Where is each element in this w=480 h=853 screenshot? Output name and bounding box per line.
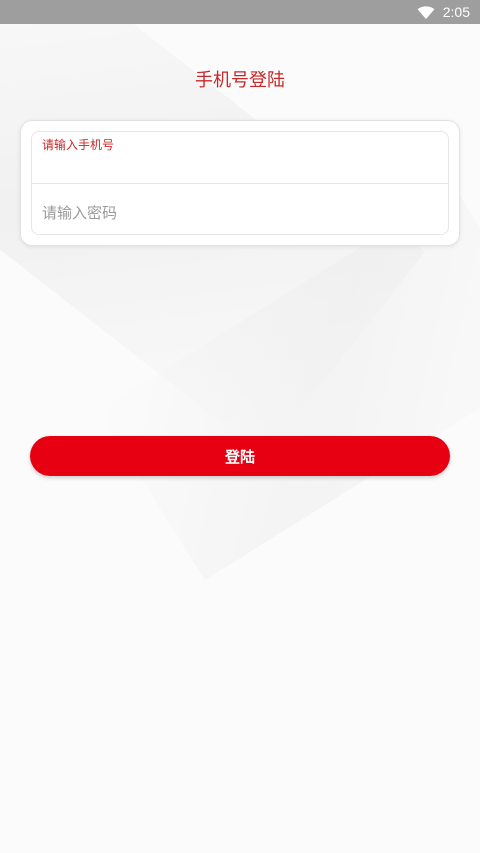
page-title: 手机号登陆 xyxy=(195,70,285,91)
login-form: 请输入手机号 xyxy=(31,131,449,235)
status-time: 2:05 xyxy=(442,4,470,20)
wifi-icon xyxy=(417,5,435,19)
password-field[interactable] xyxy=(32,184,448,234)
login-form-card: 请输入手机号 xyxy=(20,120,460,246)
background-band xyxy=(98,187,480,581)
status-bar: 2:05 xyxy=(0,0,480,24)
phone-field[interactable]: 请输入手机号 xyxy=(32,132,448,184)
phone-input[interactable] xyxy=(42,155,438,181)
login-button[interactable]: 登陆 xyxy=(30,436,450,476)
password-input[interactable] xyxy=(42,200,438,226)
phone-field-label: 请输入手机号 xyxy=(42,138,115,152)
